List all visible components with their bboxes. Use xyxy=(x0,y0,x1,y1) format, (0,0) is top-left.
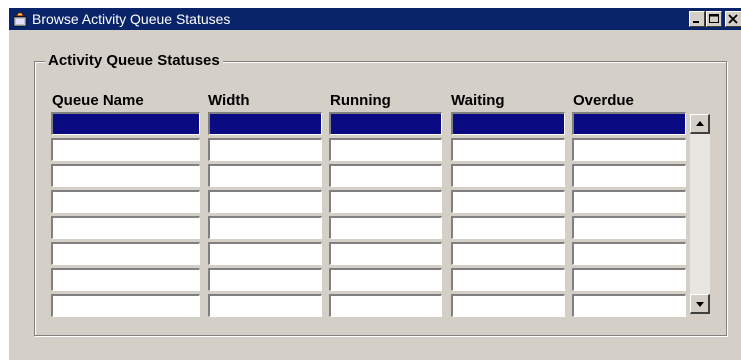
cell-queue-name[interactable] xyxy=(51,216,200,239)
close-icon xyxy=(728,14,738,24)
cell-queue-name[interactable] xyxy=(51,294,200,317)
cell-running[interactable] xyxy=(329,190,442,213)
cell-width[interactable] xyxy=(208,242,322,265)
window-title: Browse Activity Queue Statuses xyxy=(32,11,231,27)
cell-running[interactable] xyxy=(329,268,442,291)
cell-waiting[interactable] xyxy=(451,112,565,135)
cell-width[interactable] xyxy=(208,164,322,187)
cell-waiting[interactable] xyxy=(451,216,565,239)
column-header-overdue: Overdue xyxy=(573,92,634,109)
cell-waiting[interactable] xyxy=(451,164,565,187)
scroll-down-arrow-icon xyxy=(696,302,704,307)
vertical-scrollbar[interactable] xyxy=(690,114,710,314)
cell-queue-name[interactable] xyxy=(51,190,200,213)
cell-width[interactable] xyxy=(208,216,322,239)
cell-queue-name[interactable] xyxy=(51,138,200,161)
cell-queue-name[interactable] xyxy=(51,242,200,265)
cell-overdue[interactable] xyxy=(572,138,686,161)
cell-waiting[interactable] xyxy=(451,268,565,291)
cell-queue-name[interactable] xyxy=(51,164,200,187)
cell-waiting[interactable] xyxy=(451,242,565,265)
cell-running[interactable] xyxy=(329,216,442,239)
cell-overdue[interactable] xyxy=(572,294,686,317)
cell-running[interactable] xyxy=(329,294,442,317)
cell-running[interactable] xyxy=(329,112,442,135)
cell-waiting[interactable] xyxy=(451,190,565,213)
maximize-icon xyxy=(709,14,719,23)
cell-overdue[interactable] xyxy=(572,242,686,265)
maximize-button[interactable] xyxy=(706,11,722,27)
cell-width[interactable] xyxy=(208,190,322,213)
cell-queue-name[interactable] xyxy=(51,268,200,291)
cell-width[interactable] xyxy=(208,138,322,161)
cell-running[interactable] xyxy=(329,242,442,265)
cell-waiting[interactable] xyxy=(451,138,565,161)
cell-width[interactable] xyxy=(208,112,322,135)
scroll-down-button[interactable] xyxy=(690,294,710,314)
title-bar[interactable]: Browse Activity Queue Statuses xyxy=(9,8,741,30)
oracle-forms-icon[interactable] xyxy=(12,11,28,27)
cell-running[interactable] xyxy=(329,164,442,187)
cell-overdue[interactable] xyxy=(572,216,686,239)
cell-overdue[interactable] xyxy=(572,190,686,213)
cell-overdue[interactable] xyxy=(572,268,686,291)
cell-queue-name[interactable] xyxy=(51,112,200,135)
cell-running[interactable] xyxy=(329,138,442,161)
close-button[interactable] xyxy=(725,11,741,27)
cell-width[interactable] xyxy=(208,294,322,317)
minimize-button[interactable] xyxy=(689,11,705,27)
cell-width[interactable] xyxy=(208,268,322,291)
browse-window: Browse Activity Queue Statuses Activity … xyxy=(8,8,741,360)
scroll-up-button[interactable] xyxy=(690,114,710,134)
group-title: Activity Queue Statuses xyxy=(45,52,223,70)
scroll-up-arrow-icon xyxy=(696,121,704,126)
column-header-queue-name: Queue Name xyxy=(52,92,144,109)
cell-overdue[interactable] xyxy=(572,112,686,135)
minimize-icon xyxy=(693,21,699,23)
cell-waiting[interactable] xyxy=(451,294,565,317)
column-header-width: Width xyxy=(208,92,250,109)
column-header-waiting: Waiting xyxy=(451,92,505,109)
cell-overdue[interactable] xyxy=(572,164,686,187)
column-header-running: Running xyxy=(330,92,391,109)
